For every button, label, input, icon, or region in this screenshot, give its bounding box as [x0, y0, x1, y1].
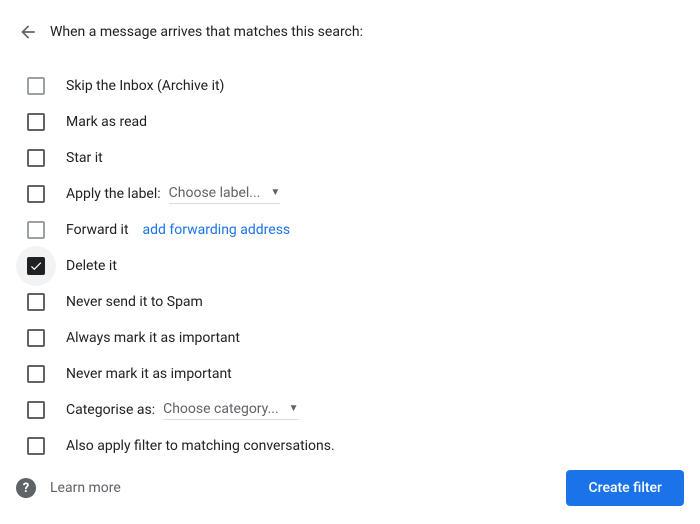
- checkbox-forward[interactable]: [27, 221, 45, 239]
- chevron-down-icon: ▼: [289, 403, 299, 414]
- checkbox-apply-label[interactable]: [27, 185, 45, 203]
- label-categorise: Categorise as:: [66, 402, 155, 418]
- dropdown-label-text: Choose label...: [169, 185, 261, 201]
- option-star: Star it: [16, 140, 684, 176]
- label-forward: Forward it: [66, 222, 129, 238]
- checkbox-star[interactable]: [27, 149, 45, 167]
- option-forward: Forward it add forwarding address: [16, 212, 684, 248]
- label-skip-inbox: Skip the Inbox (Archive it): [66, 78, 224, 94]
- option-also-apply: Also apply filter to matching conversati…: [16, 428, 684, 464]
- learn-more-link[interactable]: Learn more: [50, 480, 121, 496]
- checkbox-mark-read[interactable]: [27, 113, 45, 131]
- checkbox-never-spam[interactable]: [27, 293, 45, 311]
- header-title: When a message arrives that matches this…: [50, 24, 363, 40]
- option-never-spam: Never send it to Spam: [16, 284, 684, 320]
- option-skip-inbox: Skip the Inbox (Archive it): [16, 68, 684, 104]
- option-apply-label: Apply the label: Choose label... ▼: [16, 176, 684, 212]
- label-delete: Delete it: [66, 258, 117, 274]
- option-categorise: Categorise as: Choose category... ▼: [16, 392, 684, 428]
- checkbox-skip-inbox[interactable]: [27, 77, 45, 95]
- dropdown-category-text: Choose category...: [163, 401, 279, 417]
- learn-more-section: ? Learn more: [16, 478, 121, 498]
- label-never-important: Never mark it as important: [66, 366, 232, 382]
- back-button[interactable]: [16, 20, 40, 44]
- checkmark-icon: [29, 259, 43, 273]
- label-never-spam: Never send it to Spam: [66, 294, 203, 310]
- option-mark-read: Mark as read: [16, 104, 684, 140]
- checkbox-also-apply[interactable]: [27, 437, 45, 455]
- dropdown-category[interactable]: Choose category... ▼: [163, 401, 298, 420]
- option-always-important: Always mark it as important: [16, 320, 684, 356]
- filter-header: When a message arrives that matches this…: [16, 20, 684, 44]
- dropdown-label[interactable]: Choose label... ▼: [169, 185, 281, 204]
- label-apply-label: Apply the label:: [66, 186, 161, 202]
- label-star: Star it: [66, 150, 103, 166]
- label-mark-read: Mark as read: [66, 114, 147, 130]
- checkbox-always-important[interactable]: [27, 329, 45, 347]
- create-filter-button[interactable]: Create filter: [566, 470, 684, 506]
- checkbox-never-important[interactable]: [27, 365, 45, 383]
- option-delete: Delete it: [16, 248, 684, 284]
- checkbox-delete[interactable]: [27, 257, 45, 275]
- add-forwarding-link[interactable]: add forwarding address: [143, 222, 291, 238]
- chevron-down-icon: ▼: [270, 187, 280, 198]
- label-also-apply: Also apply filter to matching conversati…: [66, 438, 335, 454]
- help-icon[interactable]: ?: [16, 478, 36, 498]
- footer: ? Learn more Create filter: [16, 470, 684, 506]
- option-never-important: Never mark it as important: [16, 356, 684, 392]
- arrow-left-icon: [18, 22, 38, 42]
- label-always-important: Always mark it as important: [66, 330, 240, 346]
- filter-options: Skip the Inbox (Archive it) Mark as read…: [16, 68, 684, 464]
- checkbox-categorise[interactable]: [27, 401, 45, 419]
